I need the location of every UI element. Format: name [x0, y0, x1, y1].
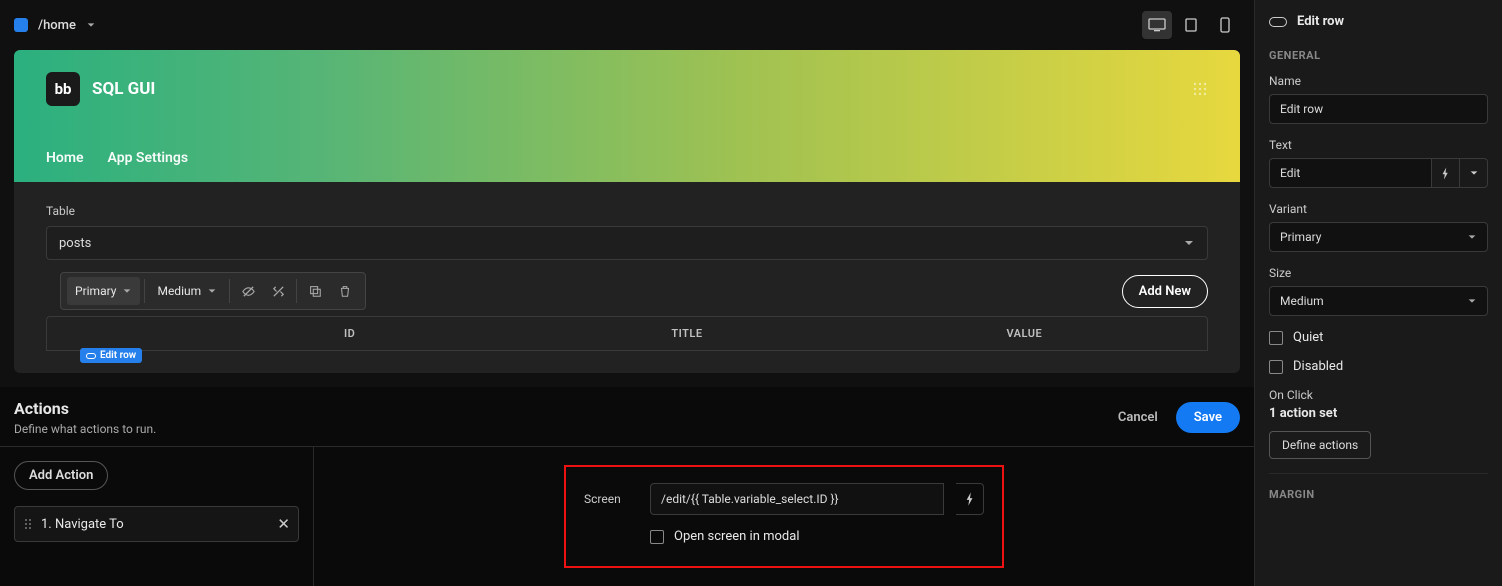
text-input[interactable]: [1269, 158, 1432, 188]
disabled-label: Disabled: [1293, 359, 1343, 374]
topbar: /home: [0, 0, 1254, 50]
device-mobile[interactable]: [1210, 11, 1240, 39]
table-col-value: VALUE: [856, 327, 1193, 340]
variant-select[interactable]: Primary: [1269, 222, 1488, 252]
app-header: bb SQL GUI Home App Settings: [14, 50, 1240, 182]
screen-input[interactable]: [650, 483, 944, 515]
table-select[interactable]: posts: [46, 226, 1208, 260]
remove-action-icon[interactable]: ✕: [277, 515, 290, 533]
text-bolt-icon[interactable]: [1432, 158, 1460, 188]
component-name-heading: Edit row: [1297, 14, 1344, 29]
grip-icon[interactable]: [1192, 81, 1208, 97]
device-preview-group: [1142, 11, 1240, 39]
section-margin: MARGIN: [1269, 488, 1488, 501]
app-logo: bb: [46, 72, 80, 106]
tools-off-icon[interactable]: [264, 277, 292, 305]
table-col-blank: [61, 327, 181, 340]
selected-component-chip[interactable]: Edit row: [80, 348, 142, 363]
screen-field-label: Screen: [584, 492, 632, 506]
table-select-value: posts: [59, 236, 91, 251]
table-col-id: ID: [181, 327, 518, 340]
actions-title: Actions: [14, 399, 156, 418]
cancel-button[interactable]: Cancel: [1118, 410, 1158, 425]
button-icon: [86, 353, 96, 359]
toolbar-variant-select[interactable]: Primary: [67, 277, 140, 305]
visibility-off-icon[interactable]: [234, 277, 262, 305]
nav-home[interactable]: Home: [46, 150, 84, 166]
text-dropdown-icon[interactable]: [1460, 158, 1488, 188]
component-floating-toolbar: Primary Medium: [60, 272, 366, 310]
save-button[interactable]: Save: [1176, 402, 1240, 433]
properties-panel: Edit row GENERAL Name Text Variant Prima…: [1254, 0, 1502, 586]
quiet-label: Quiet: [1293, 330, 1323, 345]
onclick-value: 1 action set: [1269, 406, 1488, 421]
actions-panel: Actions Define what actions to run. Canc…: [0, 387, 1254, 586]
name-label: Name: [1269, 74, 1488, 88]
add-action-button[interactable]: Add Action: [14, 461, 108, 490]
drag-handle-icon[interactable]: [25, 519, 31, 529]
onclick-label: On Click: [1269, 388, 1488, 402]
open-modal-checkbox[interactable]: [650, 530, 664, 544]
nav-app-settings[interactable]: App Settings: [108, 150, 189, 166]
table-header-row: ID TITLE VALUE: [46, 316, 1208, 351]
action-item-label: 1. Navigate To: [41, 517, 124, 532]
chevron-down-icon[interactable]: [86, 20, 96, 30]
device-tablet[interactable]: [1176, 11, 1206, 39]
section-general: GENERAL: [1269, 49, 1488, 62]
bindings-bolt-icon[interactable]: [956, 483, 984, 515]
name-input[interactable]: [1269, 94, 1488, 124]
app-preview-canvas: bb SQL GUI Home App Settings Table posts: [14, 50, 1240, 373]
add-new-button[interactable]: Add New: [1122, 275, 1208, 308]
duplicate-icon[interactable]: [301, 277, 329, 305]
action-item-navigate[interactable]: 1. Navigate To ✕: [14, 506, 299, 542]
button-icon: [1269, 17, 1287, 27]
size-label: Size: [1269, 266, 1488, 280]
variant-label: Variant: [1269, 202, 1488, 216]
text-label: Text: [1269, 138, 1488, 152]
disabled-checkbox[interactable]: [1269, 360, 1283, 374]
open-modal-label: Open screen in modal: [674, 529, 799, 544]
table-field-label: Table: [46, 204, 1208, 218]
quiet-checkbox[interactable]: [1269, 331, 1283, 345]
actions-subtitle: Define what actions to run.: [14, 422, 156, 436]
toolbar-size-select[interactable]: Medium: [149, 277, 225, 305]
device-desktop[interactable]: [1142, 11, 1172, 39]
size-select[interactable]: Medium: [1269, 286, 1488, 316]
breadcrumb[interactable]: /home: [38, 18, 76, 33]
delete-icon[interactable]: [331, 277, 359, 305]
action-config-box: Screen Open screen in modal: [564, 465, 1004, 568]
screen-chip-icon: [14, 18, 28, 32]
define-actions-button[interactable]: Define actions: [1269, 431, 1371, 459]
app-title: SQL GUI: [92, 79, 155, 99]
table-col-title: TITLE: [518, 327, 855, 340]
